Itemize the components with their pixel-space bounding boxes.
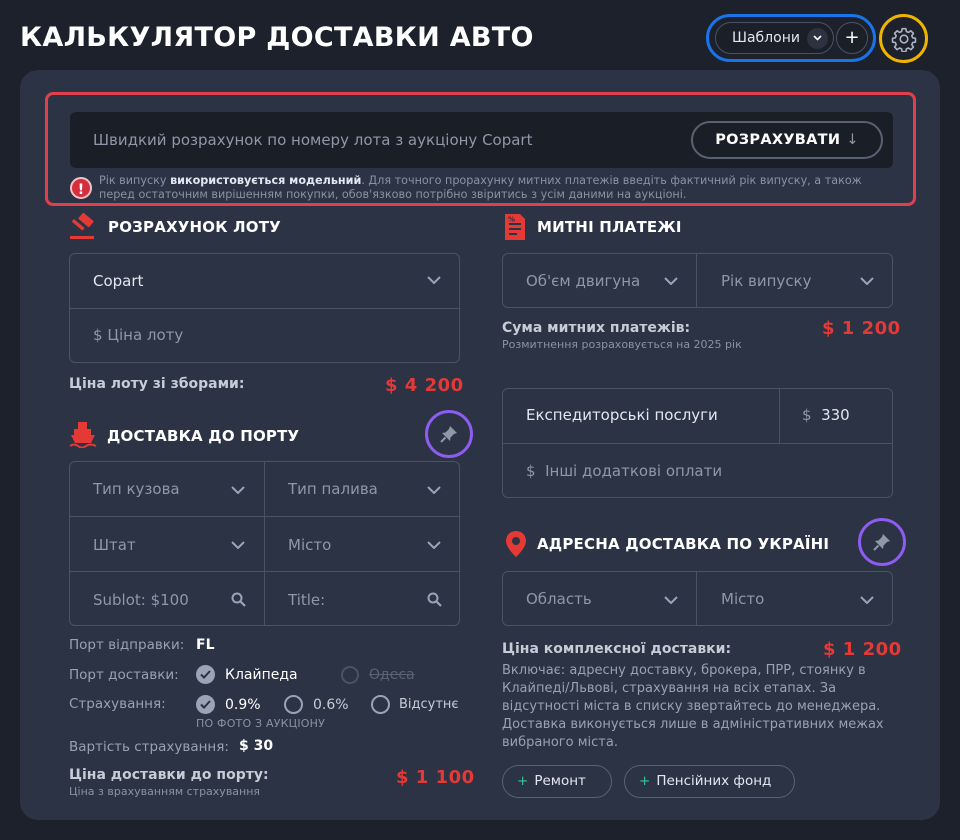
port-total-label: Ціна доставки до порту: — [69, 767, 269, 783]
destination-odesa-radio[interactable] — [341, 666, 359, 684]
receipt-icon: % — [505, 214, 525, 240]
chevron-down-icon — [860, 596, 874, 604]
destination-klaipeda-label: Клайпеда — [225, 667, 298, 683]
port-total-value: $ 1 100 — [396, 767, 475, 788]
ship-icon — [69, 422, 97, 448]
plus-icon: + — [639, 773, 651, 789]
insurance-09-radio[interactable] — [196, 695, 215, 714]
chevron-down-icon — [231, 541, 245, 549]
lot-number-placeholder: Швидкий розрахунок по номеру лота з аукц… — [93, 131, 533, 149]
insurance-none-radio[interactable] — [371, 695, 390, 714]
port-section-title: ДОСТАВКА ДО ПОРТУ — [107, 427, 300, 445]
insurance-label: Страхування: — [69, 696, 166, 712]
chevron-down-icon — [664, 277, 678, 285]
complex-total-label: Ціна комплексної доставки: — [502, 641, 732, 657]
insurance-cost-value: $ 30 — [239, 738, 274, 754]
calculate-button[interactable]: РОЗРАХУВАТИ ↓ — [691, 121, 883, 159]
check-icon — [200, 700, 211, 709]
insurance-06-radio[interactable] — [284, 695, 303, 714]
port-total-note: Ціна з врахуванням страхування — [69, 785, 261, 798]
chevron-down-icon — [231, 486, 245, 494]
templates-dropdown[interactable]: Шаблони — [715, 22, 834, 54]
plus-icon: + — [517, 773, 529, 789]
pin-icon — [440, 426, 457, 443]
check-icon — [200, 670, 211, 679]
add-pension-fund-button[interactable]: + Пенсійних фонд — [624, 765, 795, 798]
warning-icon: ! — [70, 177, 92, 199]
forwarding-label: Експедиторські послуги — [526, 406, 718, 424]
departure-port-value: FL — [196, 637, 215, 653]
complex-total-value: $ 1 200 — [823, 639, 902, 660]
chevron-down-icon — [427, 276, 441, 284]
insurance-none-label: Відсутнє — [399, 697, 459, 712]
chevron-down-icon — [664, 596, 678, 604]
customs-sum-value: $ 1 200 — [822, 318, 901, 339]
lot-section-title: РОЗРАХУНОК ЛОТУ — [108, 218, 281, 236]
pin-address-button[interactable] — [858, 518, 906, 566]
chevron-down-icon — [860, 277, 874, 285]
insurance-06-label: 0.6% — [313, 697, 349, 713]
insurance-note: ПО ФОТО З АУКЦІОНУ — [196, 717, 326, 730]
customs-sum-note: Розмитнення розраховується на 2025 рік — [502, 338, 742, 351]
destination-klaipeda-radio[interactable] — [196, 665, 215, 684]
customs-sum-label: Сума митних платежів: — [502, 320, 691, 336]
chevron-down-icon — [807, 28, 828, 49]
insurance-cost-label: Вартість страхування: — [69, 739, 229, 755]
arrow-down-icon: ↓ — [846, 132, 859, 148]
address-section-title: АДРЕСНА ДОСТАВКА ПО УКРАЇНІ — [537, 535, 830, 553]
destination-odesa-label: Одеса — [369, 667, 415, 683]
chevron-down-icon — [427, 541, 441, 549]
other-payments-placeholder: $ Інші додаткові оплати — [526, 462, 723, 480]
location-pin-icon — [506, 531, 526, 557]
complex-description: Включає: адресну доставку, брокера, ПРР,… — [502, 663, 884, 750]
departure-port-label: Порт відправки: — [69, 637, 185, 653]
destination-port-label: Порт доставки: — [69, 667, 179, 683]
pin-port-button[interactable] — [425, 410, 473, 458]
year-warning: Рік випуску використовується модельний. … — [99, 174, 862, 201]
svg-text:%: % — [508, 216, 515, 224]
search-icon — [231, 592, 246, 607]
forwarding-value: $ 330 — [802, 406, 850, 424]
auction-value: Copart — [93, 272, 144, 290]
page-title: КАЛЬКУЛЯТОР ДОСТАВКИ АВТО — [20, 22, 534, 53]
calculate-label: РОЗРАХУВАТИ — [715, 132, 841, 148]
lot-total-value: $ 4 200 — [385, 375, 464, 396]
insurance-09-label: 0.9% — [225, 697, 261, 713]
settings-button[interactable] — [879, 14, 928, 63]
lot-total-label: Ціна лоту зі зборами: — [69, 376, 245, 392]
add-repair-button[interactable]: + Ремонт — [502, 765, 612, 798]
add-template-button[interactable]: + — [836, 22, 868, 54]
pin-icon — [873, 534, 890, 551]
search-icon — [427, 592, 442, 607]
templates-label: Шаблони — [732, 30, 800, 46]
customs-section-title: МИТНІ ПЛАТЕЖІ — [537, 218, 682, 236]
gear-icon — [891, 27, 916, 52]
chevron-down-icon — [427, 486, 441, 494]
gavel-icon — [70, 213, 94, 239]
lot-price-placeholder: $ Ціна лоту — [93, 326, 184, 344]
